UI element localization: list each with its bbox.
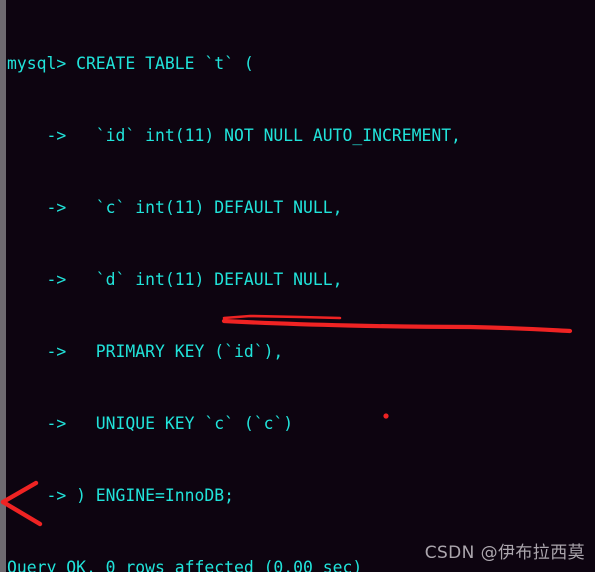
terminal-window: mysql> CREATE TABLE `t` ( -> `id` int(11… (0, 0, 595, 572)
terminal-line: -> `d` int(11) DEFAULT NULL, (7, 270, 343, 289)
terminal-console-output[interactable]: mysql> CREATE TABLE `t` ( -> `id` int(11… (6, 0, 595, 572)
terminal-line: -> `c` int(11) DEFAULT NULL, (7, 198, 343, 217)
terminal-line: -> `id` int(11) NOT NULL AUTO_INCREMENT, (7, 126, 461, 145)
csdn-watermark: CSDN @伊布拉西莫 (424, 543, 585, 563)
terminal-line: -> UNIQUE KEY `c` (`c`) (7, 414, 294, 433)
terminal-line: -> PRIMARY KEY (`id`), (7, 342, 284, 361)
terminal-line: -> ) ENGINE=InnoDB; (7, 486, 234, 505)
left-gutter-strip (0, 0, 6, 572)
terminal-line: mysql> CREATE TABLE `t` ( (7, 54, 254, 73)
